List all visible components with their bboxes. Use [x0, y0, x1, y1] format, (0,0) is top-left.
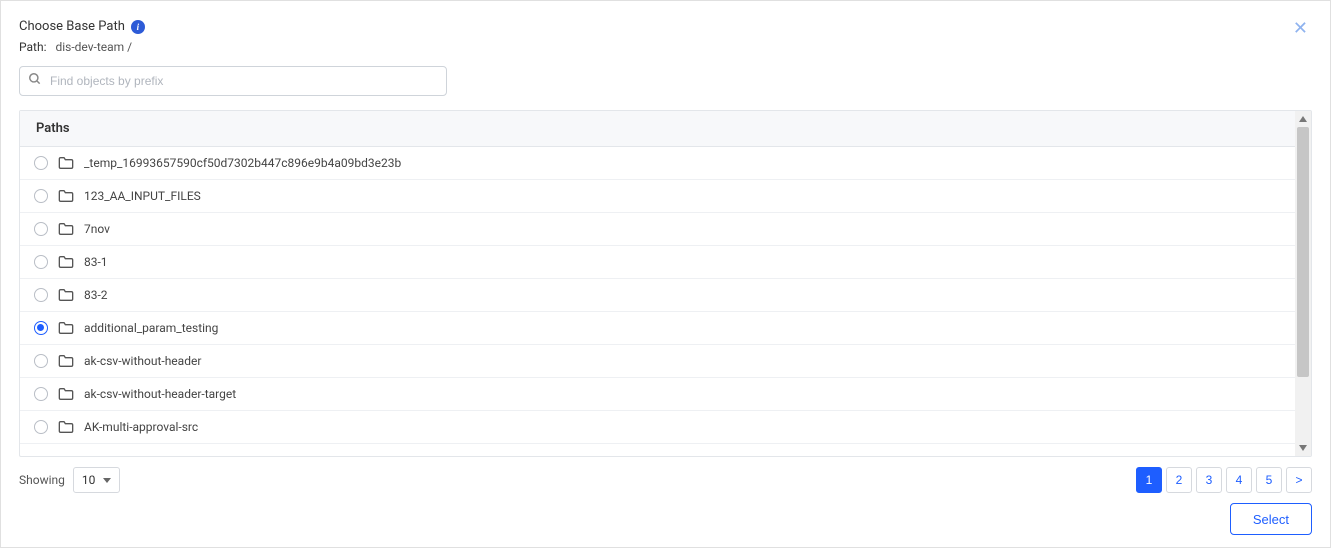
row-radio[interactable] — [34, 321, 48, 335]
table-row[interactable]: 83-1 — [20, 246, 1295, 279]
folder-icon — [58, 387, 74, 401]
folder-icon — [58, 255, 74, 269]
page-size-select[interactable]: 10 — [73, 467, 121, 493]
scroll-down-icon[interactable] — [1295, 440, 1311, 456]
choose-base-path-modal: Choose Base Path i Path: dis-dev-team / … — [0, 0, 1331, 548]
row-radio[interactable] — [34, 189, 48, 203]
table-row[interactable]: AK-multi-approval-src — [20, 411, 1295, 444]
row-label: AK-multi-approval-src — [84, 420, 198, 434]
row-radio[interactable] — [34, 354, 48, 368]
scroll-up-icon[interactable] — [1295, 111, 1311, 127]
rows-container: _temp_16993657590cf50d7302b447c896e9b4a0… — [20, 147, 1295, 444]
page-button-4[interactable]: 4 — [1226, 467, 1252, 493]
table-row[interactable]: ak-csv-without-header-target — [20, 378, 1295, 411]
page-button-2[interactable]: 2 — [1166, 467, 1192, 493]
footer: Showing 10 12345> — [19, 457, 1312, 493]
pagination: 12345> — [1136, 467, 1312, 493]
table-scroll[interactable]: Paths _temp_16993657590cf50d7302b447c896… — [20, 111, 1295, 456]
row-label: 7nov — [84, 222, 110, 236]
close-icon: ✕ — [1293, 18, 1308, 38]
page-button-1[interactable]: 1 — [1136, 467, 1162, 493]
table-row[interactable]: _temp_16993657590cf50d7302b447c896e9b4a0… — [20, 147, 1295, 180]
row-label: _temp_16993657590cf50d7302b447c896e9b4a0… — [84, 156, 401, 170]
row-radio[interactable] — [34, 255, 48, 269]
folder-icon — [58, 156, 74, 170]
row-radio[interactable] — [34, 222, 48, 236]
select-row: Select — [19, 493, 1312, 535]
close-button[interactable]: ✕ — [1289, 19, 1312, 37]
search-wrap — [19, 66, 447, 96]
path-breadcrumb: Path: dis-dev-team / — [19, 40, 145, 54]
paths-table: Paths _temp_16993657590cf50d7302b447c896… — [19, 110, 1312, 457]
row-label: additional_param_testing — [84, 321, 218, 335]
folder-icon — [58, 189, 74, 203]
folder-icon — [58, 288, 74, 302]
row-radio[interactable] — [34, 156, 48, 170]
path-label: Path: — [19, 40, 46, 54]
page-button-5[interactable]: 5 — [1256, 467, 1282, 493]
folder-icon — [58, 321, 74, 335]
scrollbar-track[interactable] — [1295, 127, 1311, 440]
showing-control: Showing 10 — [19, 467, 120, 493]
table-row[interactable]: 7nov — [20, 213, 1295, 246]
path-value: dis-dev-team / — [55, 40, 132, 54]
row-label: ak-csv-without-header — [84, 354, 201, 368]
page-button-3[interactable]: 3 — [1196, 467, 1222, 493]
row-label: 123_AA_INPUT_FILES — [84, 189, 201, 203]
row-radio[interactable] — [34, 387, 48, 401]
folder-icon — [58, 354, 74, 368]
page-size-value: 10 — [82, 473, 96, 487]
page-next-button[interactable]: > — [1286, 467, 1312, 493]
modal-header: Choose Base Path i Path: dis-dev-team / … — [19, 19, 1312, 66]
folder-icon — [58, 222, 74, 236]
showing-label: Showing — [19, 473, 65, 487]
title-row: Choose Base Path i — [19, 19, 145, 34]
row-label: 83-1 — [84, 255, 108, 269]
scrollbar-thumb[interactable] — [1297, 127, 1309, 377]
search-input[interactable] — [19, 66, 447, 96]
scrollbar[interactable] — [1295, 111, 1311, 456]
modal-title: Choose Base Path — [19, 19, 125, 34]
table-row[interactable]: additional_param_testing — [20, 312, 1295, 345]
chevron-down-icon — [103, 478, 111, 483]
row-radio[interactable] — [34, 420, 48, 434]
info-icon[interactable]: i — [131, 20, 145, 34]
table-header-paths: Paths — [20, 111, 1295, 147]
folder-icon — [58, 420, 74, 434]
row-radio[interactable] — [34, 288, 48, 302]
row-label: 83-2 — [84, 288, 108, 302]
table-row[interactable]: 83-2 — [20, 279, 1295, 312]
select-button[interactable]: Select — [1230, 503, 1312, 535]
table-row[interactable]: 123_AA_INPUT_FILES — [20, 180, 1295, 213]
table-row[interactable]: ak-csv-without-header — [20, 345, 1295, 378]
row-label: ak-csv-without-header-target — [84, 387, 236, 401]
